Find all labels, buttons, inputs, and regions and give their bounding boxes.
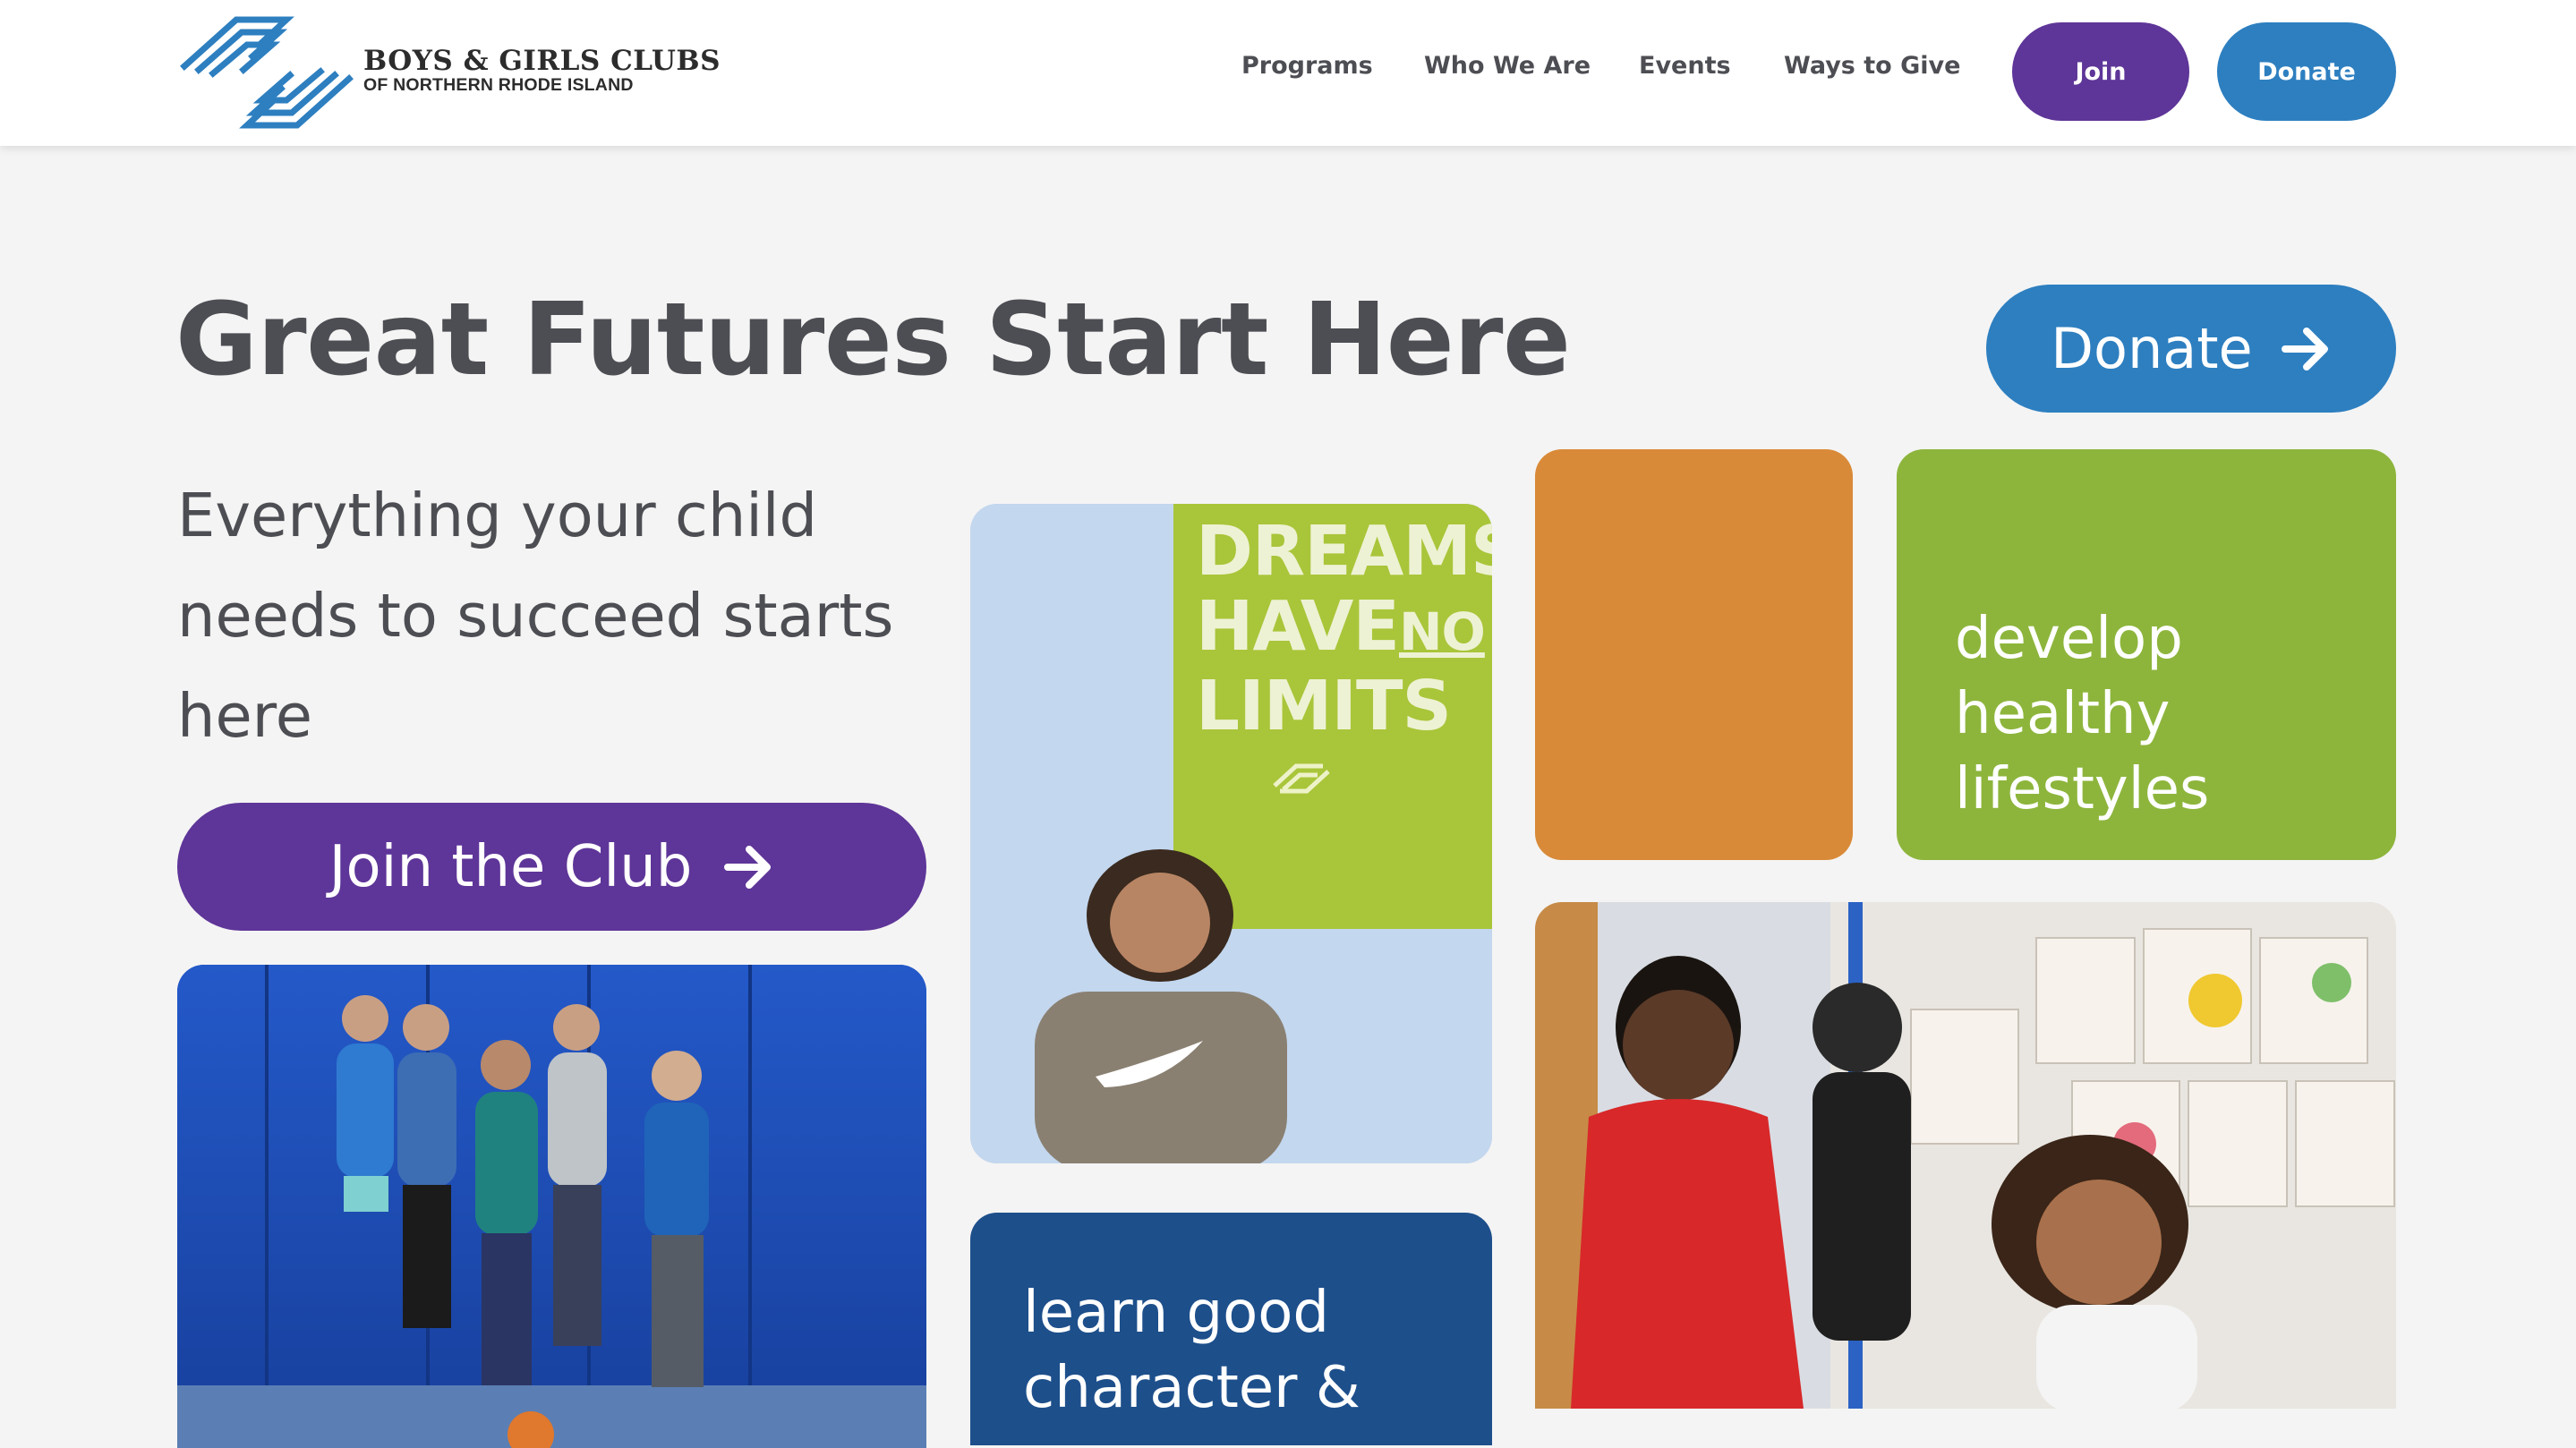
- nav-programs[interactable]: Programs: [1241, 52, 1373, 80]
- character-text-line2: character &: [1023, 1355, 1361, 1421]
- poster-text-line2: HAVE: [1196, 587, 1400, 667]
- poster-text-line3: LIMITS: [1196, 667, 1452, 746]
- join-the-club-label: Join the Club: [328, 833, 693, 900]
- art-photo-illustration: [1535, 902, 2396, 1409]
- photo-kids-art: [1535, 902, 2396, 1409]
- site-header: BOYS & GIRLS CLUBS OF NORTHERN RHODE ISL…: [0, 0, 2576, 146]
- good-character-text: learn good character &: [1023, 1275, 1361, 1426]
- hero-donate-label: Donate: [2051, 316, 2253, 381]
- arrow-right-icon: [2281, 327, 2328, 371]
- logo-name-line1: BOYS & GIRLS CLUBS: [363, 45, 721, 77]
- logo-name-line2: OF NORTHERN RHODE ISLAND: [363, 75, 634, 95]
- hero-subtitle: Everything your child needs to succeed s…: [177, 481, 894, 751]
- photo-dreams-poster: DREAMS HAVENO LIMITS: [970, 504, 1492, 1163]
- hero-donate-button[interactable]: Donate: [1986, 285, 2396, 413]
- healthy-lifestyles-text: develop healthy lifestyles: [1955, 601, 2209, 827]
- healthy-lifestyles-tile[interactable]: develop healthy lifestyles: [1897, 449, 2396, 860]
- nav-who-we-are[interactable]: Who We Are: [1424, 52, 1591, 80]
- join-button[interactable]: Join: [2012, 22, 2189, 121]
- healthy-text-line3: lifestyles: [1955, 756, 2210, 822]
- clasped-hands-logo-icon: [180, 16, 354, 129]
- good-character-tile[interactable]: learn good character &: [970, 1213, 1492, 1445]
- poster-text-line1: DREAMS: [1196, 512, 1492, 592]
- nav-events[interactable]: Events: [1639, 52, 1731, 80]
- gym-photo-illustration: [177, 965, 926, 1448]
- photo-kids-gym: [177, 965, 926, 1448]
- character-text-line1: learn good: [1023, 1280, 1330, 1346]
- poster-text-no: NO: [1399, 601, 1486, 662]
- orange-tile: [1535, 449, 1853, 860]
- nav-ways-to-give[interactable]: Ways to Give: [1784, 52, 1960, 80]
- hero-title: Great Futures Start Here: [175, 282, 1571, 398]
- healthy-text-line1: develop: [1955, 606, 2183, 672]
- donate-button[interactable]: Donate: [2217, 22, 2396, 121]
- site-logo[interactable]: BOYS & GIRLS CLUBS OF NORTHERN RHODE ISL…: [179, 16, 720, 129]
- healthy-text-line2: healthy: [1955, 681, 2171, 747]
- join-the-club-button[interactable]: Join the Club: [177, 803, 926, 931]
- arrow-right-icon: [724, 845, 772, 889]
- poster-text: DREAMS HAVENO LIMITS: [1196, 515, 1492, 745]
